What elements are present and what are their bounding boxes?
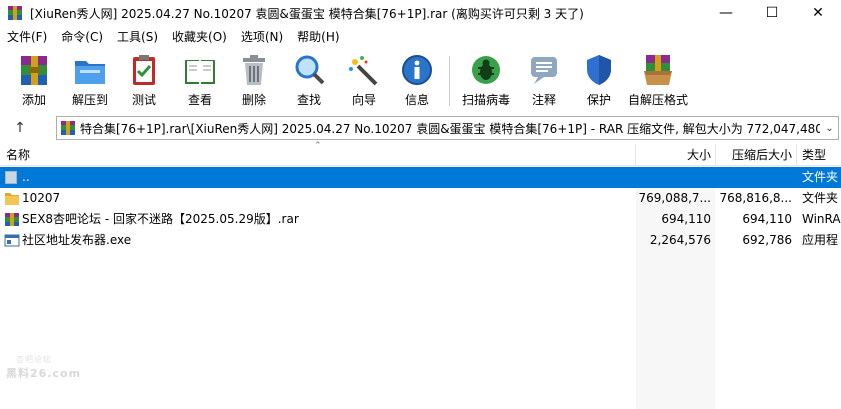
menu-tools[interactable]: 工具(S) bbox=[110, 26, 165, 48]
menu-bar: 文件(F) 命令(C) 工具(S) 收藏夹(O) 选项(N) 帮助(H) bbox=[0, 26, 841, 48]
find-label: 查找 bbox=[296, 93, 321, 107]
menu-file[interactable]: 文件(F) bbox=[0, 26, 54, 48]
file-packed-size: 768,816,8... bbox=[719, 191, 792, 205]
sfx-box-icon bbox=[640, 52, 676, 88]
file-type: 文件夹 bbox=[802, 191, 839, 205]
info-icon bbox=[399, 52, 435, 88]
watermark: 杏吧论坛 黑料26.com bbox=[6, 354, 81, 381]
file-list[interactable]: 名称 ⌃ 大小 压缩后大小 类型 .. 文件夹 10207 769,088,7.… bbox=[0, 141, 841, 409]
file-type: 文件夹 bbox=[802, 170, 839, 184]
rar-archive-icon bbox=[4, 212, 20, 227]
clipboard-check-icon bbox=[126, 52, 162, 88]
rar-archive-icon bbox=[60, 120, 76, 136]
extract-to-button[interactable]: 解压到 bbox=[64, 52, 116, 110]
add-button[interactable]: 添加 bbox=[4, 52, 64, 110]
column-header-type[interactable]: 类型 bbox=[802, 144, 841, 166]
table-row[interactable]: 10207 769,088,7... 768,816,8... 文件夹 bbox=[0, 188, 841, 209]
close-button[interactable]: ✕ bbox=[795, 0, 841, 26]
view-label: 查看 bbox=[187, 93, 212, 107]
add-label: 添加 bbox=[21, 93, 46, 107]
table-row[interactable]: SEX8杏吧论坛 - 回家不迷路【2025.05.29版】.rar 694,11… bbox=[0, 209, 841, 230]
comment-button[interactable]: 注释 bbox=[517, 52, 571, 110]
magic-wand-icon bbox=[346, 52, 382, 88]
list-header: 名称 ⌃ 大小 压缩后大小 类型 bbox=[0, 141, 841, 166]
sfx-button[interactable]: 自解压格式 bbox=[627, 52, 689, 110]
test-label: 测试 bbox=[131, 93, 156, 107]
file-packed-size bbox=[716, 167, 792, 188]
comment-icon bbox=[526, 52, 562, 88]
file-size: 2,264,576 bbox=[649, 233, 711, 247]
file-packed-size: 692,786 bbox=[742, 233, 792, 247]
delete-label: 删除 bbox=[241, 93, 266, 107]
extract-to-label: 解压到 bbox=[71, 93, 108, 107]
window-title: [XiuRen秀人网] 2025.04.27 No.10207 袁圆&蛋蛋宝 模… bbox=[30, 6, 584, 21]
find-button[interactable]: 查找 bbox=[280, 52, 338, 110]
book-view-icon bbox=[182, 52, 218, 88]
menu-options[interactable]: 选项(N) bbox=[234, 26, 290, 48]
up-folder-button[interactable]: ↑ bbox=[0, 114, 40, 142]
file-size: 769,088,7... bbox=[638, 191, 711, 205]
column-divider[interactable] bbox=[796, 144, 797, 166]
test-button[interactable]: 测试 bbox=[116, 52, 172, 110]
protect-label: 保护 bbox=[586, 93, 611, 107]
path-dropdown-icon[interactable]: ⌄ bbox=[820, 117, 838, 139]
sort-ascending-icon: ⌃ bbox=[314, 141, 322, 151]
address-bar: ↑ 特合集[76+1P].rar\[XiuRen秀人网] 2025.04.27 … bbox=[0, 114, 841, 142]
file-packed-size: 694,110 bbox=[742, 212, 792, 226]
watermark-text: 黑料26.com bbox=[6, 367, 82, 380]
file-name: .. bbox=[22, 170, 30, 184]
file-name: SEX8杏吧论坛 - 回家不迷路【2025.05.29版】.rar bbox=[22, 212, 299, 226]
folder-icon bbox=[4, 191, 20, 206]
magnifier-icon bbox=[291, 52, 327, 88]
title-bar: [XiuRen秀人网] 2025.04.27 No.10207 袁圆&蛋蛋宝 模… bbox=[0, 0, 841, 26]
virus-scan-button[interactable]: 扫描病毒 bbox=[455, 52, 517, 110]
exe-file-icon bbox=[4, 233, 20, 248]
info-button[interactable]: 信息 bbox=[390, 52, 444, 110]
file-type: 应用程 bbox=[802, 233, 839, 247]
toolbar: 添加 解压到 测试 查看 删除 查找 向导 信息 扫描病毒 注释 保护 自解压格… bbox=[0, 48, 841, 112]
file-type: WinRA bbox=[802, 212, 841, 226]
minimize-button[interactable]: — bbox=[703, 0, 749, 26]
wizard-button[interactable]: 向导 bbox=[338, 52, 390, 110]
watermark-small-text: 杏吧论坛 bbox=[16, 355, 52, 364]
winrar-app-icon[interactable] bbox=[7, 5, 23, 21]
file-size: 694,110 bbox=[661, 212, 711, 226]
table-row[interactable]: 社区地址发布器.exe 2,264,576 692,786 应用程 bbox=[0, 230, 841, 251]
sfx-label: 自解压格式 bbox=[627, 93, 688, 107]
file-name: 10207 bbox=[22, 191, 61, 205]
toolbar-separator bbox=[449, 56, 450, 106]
comment-label: 注释 bbox=[531, 93, 556, 107]
menu-commands[interactable]: 命令(C) bbox=[54, 26, 110, 48]
delete-button[interactable]: 删除 bbox=[228, 52, 280, 110]
info-label: 信息 bbox=[404, 93, 429, 107]
folder-extract-icon bbox=[72, 52, 108, 88]
view-button[interactable]: 查看 bbox=[172, 52, 228, 110]
bug-icon bbox=[468, 52, 504, 88]
menu-help[interactable]: 帮助(H) bbox=[290, 26, 346, 48]
trash-icon bbox=[236, 52, 272, 88]
column-header-size[interactable]: 大小 bbox=[636, 144, 711, 166]
path-text: 特合集[76+1P].rar\[XiuRen秀人网] 2025.04.27 No… bbox=[80, 121, 820, 136]
column-header-packed[interactable]: 压缩后大小 bbox=[716, 144, 792, 166]
add-archive-icon bbox=[16, 52, 52, 88]
table-row[interactable]: .. 文件夹 bbox=[0, 167, 841, 188]
file-size bbox=[636, 167, 711, 188]
menu-favorites[interactable]: 收藏夹(O) bbox=[165, 26, 234, 48]
file-name: 社区地址发布器.exe bbox=[22, 233, 132, 247]
virus-scan-label: 扫描病毒 bbox=[461, 93, 510, 107]
wizard-label: 向导 bbox=[351, 93, 376, 107]
folder-up-icon bbox=[4, 170, 20, 185]
maximize-button[interactable]: ☐ bbox=[749, 0, 795, 26]
shield-icon bbox=[581, 52, 617, 88]
path-field[interactable]: 特合集[76+1P].rar\[XiuRen秀人网] 2025.04.27 No… bbox=[56, 116, 839, 140]
protect-button[interactable]: 保护 bbox=[571, 52, 627, 110]
